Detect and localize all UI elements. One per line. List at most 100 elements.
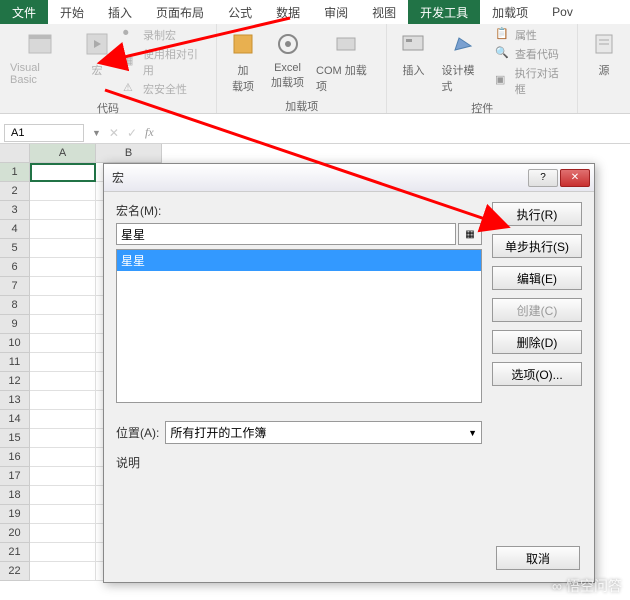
row-header[interactable]: 20 bbox=[0, 524, 30, 543]
cell[interactable] bbox=[30, 277, 96, 296]
row-header[interactable]: 8 bbox=[0, 296, 30, 315]
macro-icon bbox=[81, 28, 113, 60]
tab-home[interactable]: 开始 bbox=[48, 0, 96, 24]
row-header[interactable]: 1 bbox=[0, 163, 30, 182]
row-header[interactable]: 14 bbox=[0, 410, 30, 429]
refedit-icon: ▦ bbox=[465, 229, 474, 240]
com-addins-button[interactable]: COM 加载项 bbox=[312, 26, 380, 96]
cell[interactable] bbox=[30, 562, 96, 581]
tab-addins[interactable]: 加载项 bbox=[480, 0, 540, 24]
cell[interactable] bbox=[30, 448, 96, 467]
row-header[interactable]: 17 bbox=[0, 467, 30, 486]
ribbon-tabs: 文件 开始 插入 页面布局 公式 数据 审阅 视图 开发工具 加载项 Pov bbox=[0, 0, 630, 24]
tab-view[interactable]: 视图 bbox=[360, 0, 408, 24]
row-header[interactable]: 3 bbox=[0, 201, 30, 220]
fx-button[interactable]: fx bbox=[145, 125, 154, 140]
visual-basic-icon bbox=[24, 28, 56, 60]
select-all-corner[interactable] bbox=[0, 144, 30, 163]
cell[interactable] bbox=[30, 201, 96, 220]
name-box[interactable] bbox=[4, 124, 84, 142]
cell[interactable] bbox=[30, 163, 96, 182]
cell[interactable] bbox=[30, 258, 96, 277]
row-header[interactable]: 13 bbox=[0, 391, 30, 410]
macro-label: 宏 bbox=[92, 62, 103, 78]
tab-review[interactable]: 审阅 bbox=[312, 0, 360, 24]
options-button[interactable]: 选项(O)... bbox=[492, 362, 582, 386]
tab-insert[interactable]: 插入 bbox=[96, 0, 144, 24]
record-macro-button[interactable]: ⏺录制宏 bbox=[121, 26, 210, 44]
macro-button[interactable]: 宏 bbox=[77, 26, 117, 80]
col-header[interactable]: A bbox=[30, 144, 96, 163]
cell[interactable] bbox=[30, 353, 96, 372]
macro-name-refedit-button[interactable]: ▦ bbox=[458, 223, 482, 245]
dropdown-icon[interactable]: ▼ bbox=[92, 128, 101, 138]
macro-name-input[interactable] bbox=[116, 223, 456, 245]
tab-data[interactable]: 数据 bbox=[264, 0, 312, 24]
cell[interactable] bbox=[30, 315, 96, 334]
design-mode-button[interactable]: 设计模式 bbox=[437, 26, 488, 96]
excel-addins-button[interactable]: Excel 加载项 bbox=[267, 26, 308, 92]
cell[interactable] bbox=[30, 524, 96, 543]
cell[interactable] bbox=[30, 182, 96, 201]
row-header[interactable]: 22 bbox=[0, 562, 30, 581]
insert-control-button[interactable]: 插入 bbox=[393, 26, 433, 80]
cell[interactable] bbox=[30, 467, 96, 486]
location-select[interactable]: 所有打开的工作簿 ▼ bbox=[165, 421, 482, 444]
cell[interactable] bbox=[30, 239, 96, 258]
row-header[interactable]: 15 bbox=[0, 429, 30, 448]
tab-formula[interactable]: 公式 bbox=[216, 0, 264, 24]
cell[interactable] bbox=[30, 220, 96, 239]
com-addins-icon bbox=[330, 28, 362, 60]
cell[interactable] bbox=[30, 391, 96, 410]
row-header[interactable]: 4 bbox=[0, 220, 30, 239]
tab-page-layout[interactable]: 页面布局 bbox=[144, 0, 216, 24]
row-header[interactable]: 5 bbox=[0, 239, 30, 258]
tab-developer[interactable]: 开发工具 bbox=[408, 0, 480, 24]
relative-ref-button[interactable]: ▦使用相对引用 bbox=[121, 45, 210, 79]
tab-file[interactable]: 文件 bbox=[0, 0, 48, 24]
row-header[interactable]: 18 bbox=[0, 486, 30, 505]
cell[interactable] bbox=[30, 486, 96, 505]
cell[interactable] bbox=[30, 372, 96, 391]
cell[interactable] bbox=[30, 429, 96, 448]
cell[interactable] bbox=[30, 296, 96, 315]
run-button[interactable]: 执行(R) bbox=[492, 202, 582, 226]
create-button[interactable]: 创建(C) bbox=[492, 298, 582, 322]
step-button[interactable]: 单步执行(S) bbox=[492, 234, 582, 258]
cell[interactable] bbox=[30, 410, 96, 429]
row-header[interactable]: 2 bbox=[0, 182, 30, 201]
row-header[interactable]: 9 bbox=[0, 315, 30, 334]
col-header[interactable]: B bbox=[96, 144, 162, 163]
dialog-titlebar[interactable]: 宏 ? ✕ bbox=[104, 164, 594, 192]
row-header[interactable]: 12 bbox=[0, 372, 30, 391]
cell[interactable] bbox=[30, 334, 96, 353]
row-header[interactable]: 6 bbox=[0, 258, 30, 277]
visual-basic-button[interactable]: Visual Basic bbox=[6, 26, 73, 88]
delete-button[interactable]: 删除(D) bbox=[492, 330, 582, 354]
row-header[interactable]: 10 bbox=[0, 334, 30, 353]
record-icon: ⏺ bbox=[123, 27, 139, 43]
row-header[interactable]: 7 bbox=[0, 277, 30, 296]
addins-button[interactable]: 加 载项 bbox=[223, 26, 263, 96]
source-button[interactable]: 源 bbox=[584, 26, 624, 80]
row-header[interactable]: 21 bbox=[0, 543, 30, 562]
row-header[interactable]: 19 bbox=[0, 505, 30, 524]
source-icon bbox=[588, 28, 620, 60]
properties-button[interactable]: 📋属性 bbox=[493, 26, 571, 44]
macro-security-button[interactable]: ⚠宏安全性 bbox=[121, 80, 210, 98]
dialog-help-button[interactable]: ? bbox=[528, 169, 558, 187]
edit-button[interactable]: 编辑(E) bbox=[492, 266, 582, 290]
dialog-close-button[interactable]: ✕ bbox=[560, 169, 590, 187]
cancel-button[interactable]: 取消 bbox=[496, 546, 580, 570]
cell[interactable] bbox=[30, 505, 96, 524]
row-header[interactable]: 16 bbox=[0, 448, 30, 467]
view-code-button[interactable]: 🔍查看代码 bbox=[493, 45, 571, 63]
tab-power[interactable]: Pov bbox=[540, 0, 585, 24]
cell[interactable] bbox=[30, 543, 96, 562]
design-mode-icon bbox=[447, 28, 479, 60]
row-header[interactable]: 11 bbox=[0, 353, 30, 372]
security-icon: ⚠ bbox=[123, 81, 139, 97]
macro-list[interactable]: 星星 bbox=[116, 249, 482, 403]
run-dialog-button[interactable]: ▣执行对话框 bbox=[493, 64, 571, 98]
macro-list-item[interactable]: 星星 bbox=[117, 250, 481, 271]
